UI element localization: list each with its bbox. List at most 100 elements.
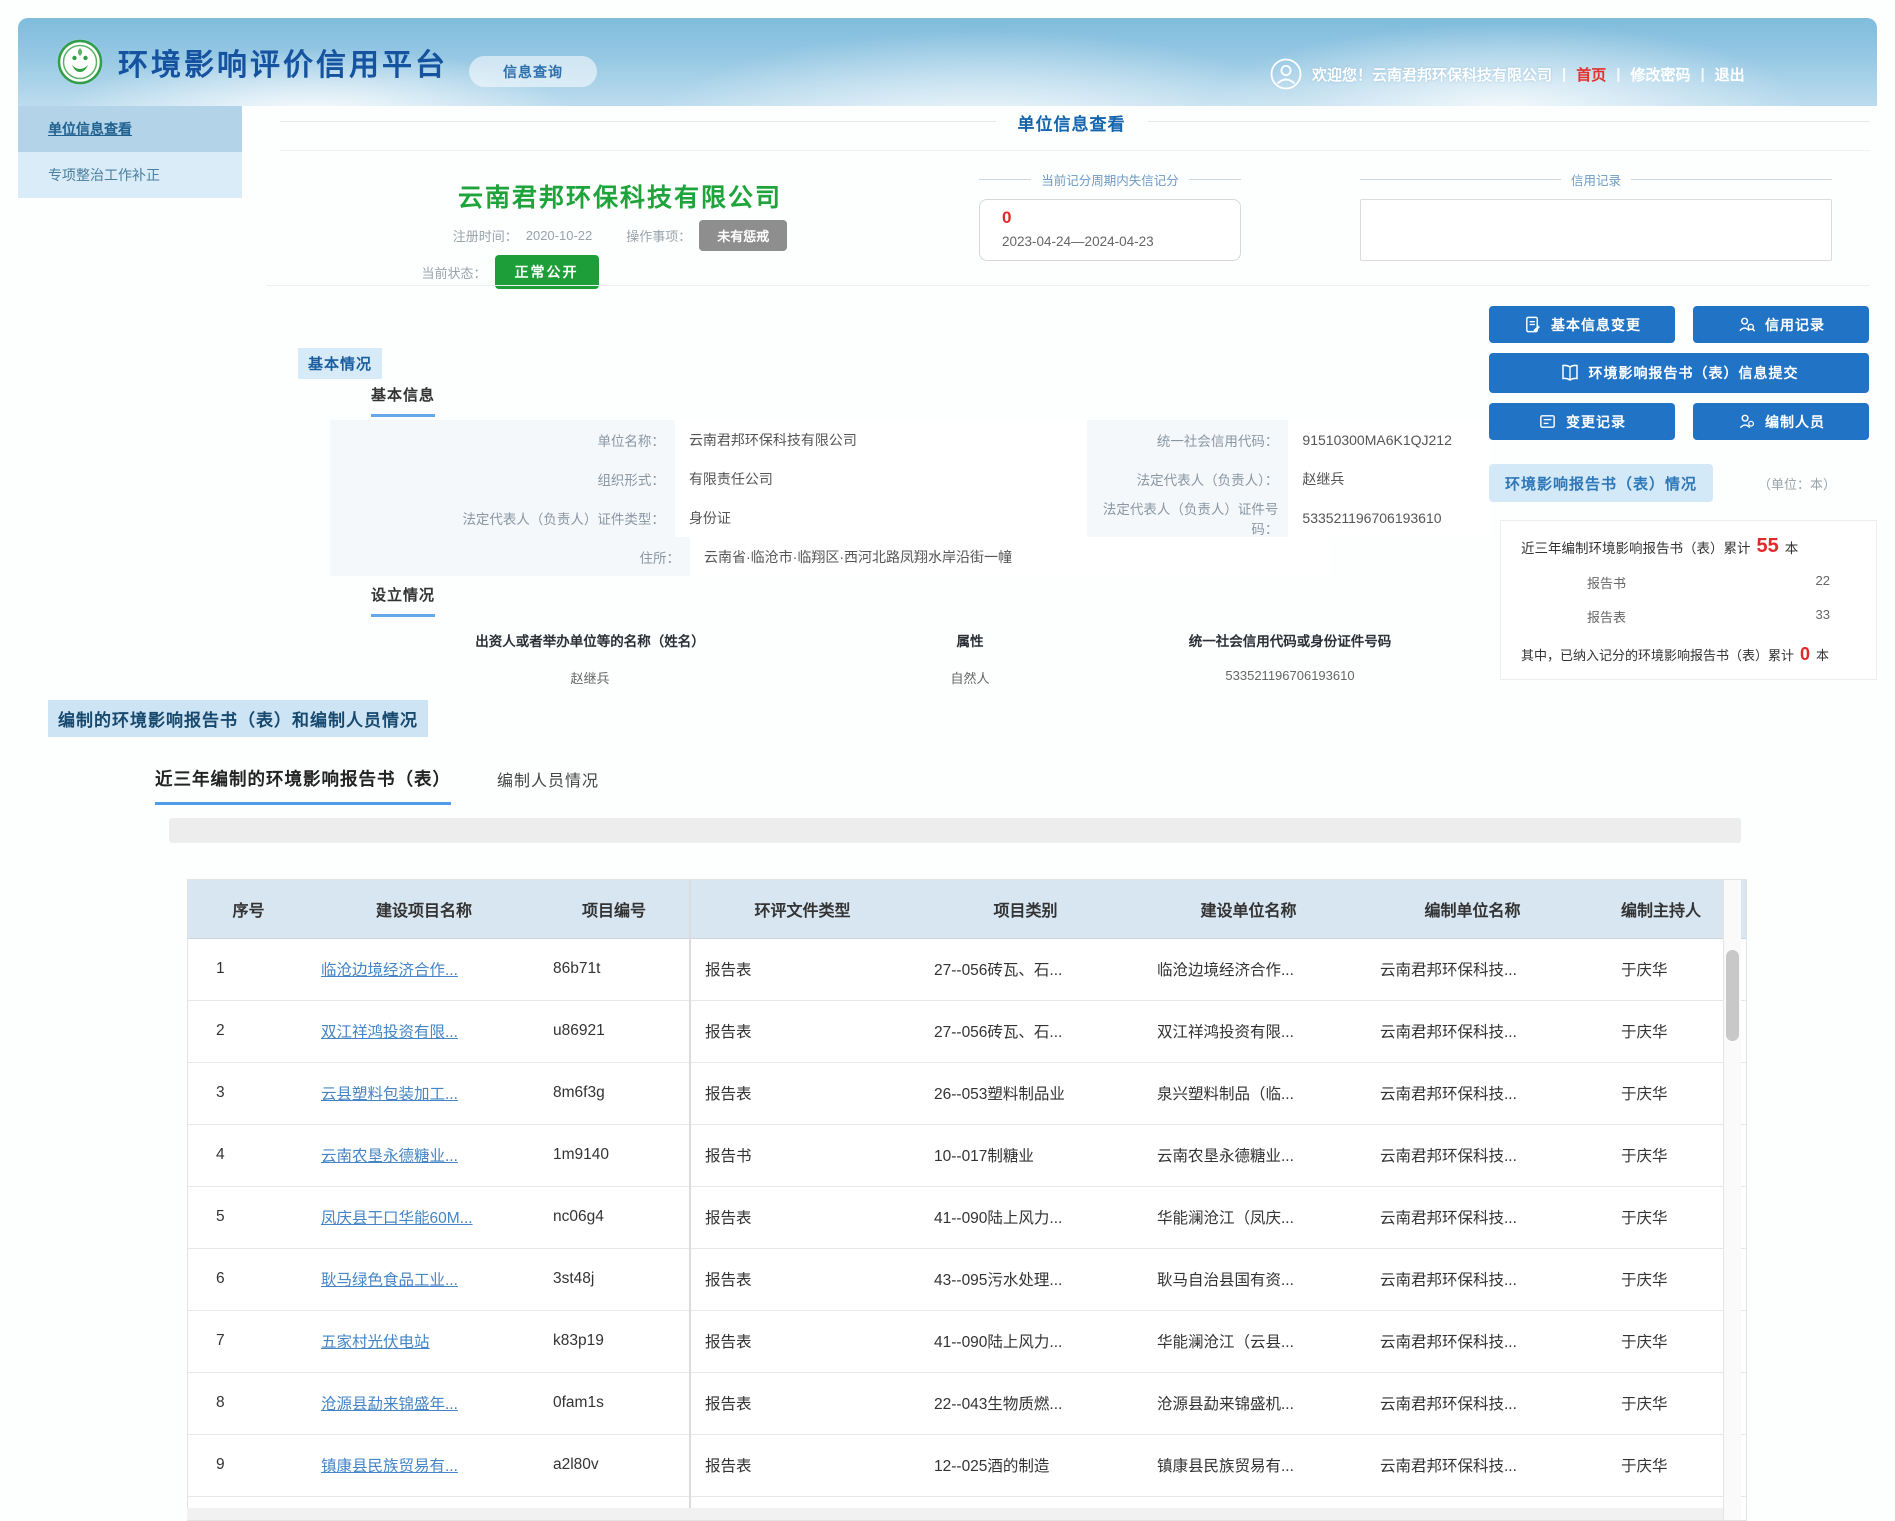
cell-category: 27--056砖瓦、石... (914, 938, 1137, 1000)
column-header-owner-unit: 建设单位名称 (1137, 880, 1360, 938)
cell-no: 1 (188, 938, 309, 1000)
report-submit-label: 环境影响报告书（表）信息提交 (1589, 363, 1799, 383)
sidebar-item-unit-info[interactable]: 单位信息查看 (18, 106, 242, 152)
cell-project-code: k83p19 (539, 1310, 690, 1372)
cell-owner-unit: 华能澜沧江（云县... (1137, 1310, 1360, 1372)
stats-total-prefix: 近三年编制环境影响报告书（表）累计 (1521, 537, 1751, 557)
basic-info-change-label: 基本信息变更 (1551, 315, 1641, 335)
table-row: 2双江祥鸿投资有限...u86921报告表27--056砖瓦、石...双江祥鸿投… (188, 1000, 1747, 1062)
setup-header-investor: 出资人或者举办单位等的名称（姓名） (330, 630, 850, 650)
project-name-link[interactable]: 耿马绿色食品工业... (321, 1272, 458, 1289)
cell-project-name: 云南农垦永德糖业... (309, 1124, 539, 1186)
column-header-project-name: 建设项目名称 (309, 880, 539, 938)
field-value-address: 云南省·临沧市·临翔区·西河北路凤翔水岸沿街一幢 (690, 537, 1330, 576)
cell-doc-type: 报告表 (690, 1000, 914, 1062)
stats-form-value: 33 (1816, 607, 1830, 626)
stats-total-suffix: 本 (1785, 537, 1799, 557)
report-submit-button[interactable]: 环境影响报告书（表）信息提交 (1489, 353, 1869, 393)
cell-project-code: nc06g4 (539, 1186, 690, 1248)
project-name-link[interactable]: 五家村光伏电站 (321, 1334, 430, 1351)
setup-value-attribute: 自然人 (850, 668, 1090, 687)
column-header-project-code: 项目编号 (539, 880, 690, 938)
register-time-value: 2020-10-22 (526, 228, 593, 243)
tab-setup-info[interactable]: 设立情况 (371, 584, 435, 617)
cell-owner-unit: 镇康县民族贸易有... (1137, 1434, 1360, 1496)
person-icon (1737, 412, 1756, 431)
staff-button[interactable]: 编制人员 (1693, 403, 1869, 440)
nav-link-change-password[interactable]: 修改密码 (1630, 64, 1690, 85)
nav-separator: | (1616, 66, 1620, 83)
tab-staff-info[interactable]: 编制人员情况 (497, 767, 599, 805)
project-name-link[interactable]: 双江祥鸿投资有限... (321, 1024, 458, 1041)
cell-category: 12--025酒的制造 (914, 1434, 1137, 1496)
table-row: 3云县塑料包装加工...8m6f3g报告表26--053塑料制品业泉兴塑料制品（… (188, 1062, 1747, 1124)
project-name-link[interactable]: 凤庆县干口华能60M... (321, 1210, 473, 1227)
cell-project-name: 临沧边境经济合作... (309, 938, 539, 1000)
reports-section-title: 编制的环境影响报告书（表）和编制人员情况 (48, 700, 428, 737)
table-horizontal-scrollbar[interactable] (187, 1508, 1723, 1520)
nav-link-home[interactable]: 首页 (1576, 64, 1606, 85)
stats-note-value: 0 (1800, 644, 1810, 665)
project-name-link[interactable]: 镇康县民族贸易有... (321, 1458, 458, 1475)
column-header-category: 项目类别 (914, 880, 1137, 938)
cell-project-name: 镇康县民族贸易有... (309, 1434, 539, 1496)
credit-record-button[interactable]: 信用记录 (1693, 306, 1869, 343)
project-name-link[interactable]: 临沧边境经济合作... (321, 962, 458, 979)
score-period: 2023-04-24—2024-04-23 (1002, 234, 1230, 249)
change-record-button[interactable]: 变更记录 (1489, 403, 1675, 440)
report-stats-banner: 环境影响报告书（表）情况 (1489, 464, 1713, 502)
register-time-label: 注册时间： (453, 226, 518, 245)
person-search-icon (1737, 315, 1756, 334)
table-header-row: 序号建设项目名称项目编号环评文件类型项目类别建设单位名称编制单位名称编制主持人 (188, 880, 1747, 938)
company-name: 云南君邦环保科技有限公司 (300, 178, 940, 214)
cell-category: 41--090陆上风力... (914, 1310, 1137, 1372)
cell-doc-type: 报告表 (690, 1248, 914, 1310)
stats-form-line: 报告表 33 (1521, 607, 1856, 626)
sidebar: 单位信息查看 专项整治工作补正 (18, 106, 242, 198)
cell-owner-unit: 华能澜沧江（凤庆... (1137, 1186, 1360, 1248)
cell-doc-type: 报告表 (690, 1062, 914, 1124)
status-badge: 正常公开 (495, 255, 599, 289)
book-icon (1560, 363, 1580, 383)
table-row: 6耿马绿色食品工业...3st48j报告表43--095污水处理...耿马自治县… (188, 1248, 1747, 1310)
tab-basic-info[interactable]: 基本信息 (371, 384, 435, 417)
score-value: 0 (1002, 208, 1230, 228)
setup-value-investor: 赵继兵 (330, 668, 850, 687)
project-name-link[interactable]: 云南农垦永德糖业... (321, 1148, 458, 1165)
credit-record-label: 信用记录 (1765, 315, 1825, 335)
table-vertical-scrollbar-thumb[interactable] (1726, 950, 1739, 1041)
score-box: 0 2023-04-24—2024-04-23 (979, 199, 1241, 261)
app-root: 环境影响评价信用平台 信息查询 欢迎您！云南君邦环保科技有限公司 | 首页 | … (0, 0, 1895, 1521)
cell-no: 6 (188, 1248, 309, 1310)
field-label-id-type: 法定代表人（负责人）证件类型： (330, 498, 675, 537)
page-title: 单位信息查看 (996, 115, 1148, 134)
project-name-link[interactable]: 沧源县勐来锦盛年... (321, 1396, 458, 1413)
field-label-uscc: 统一社会信用代码： (1087, 420, 1288, 459)
reports-table: 序号建设项目名称项目编号环评文件类型项目类别建设单位名称编制单位名称编制主持人 … (188, 880, 1747, 1521)
stats-note-prefix: 其中，已纳入记分的环境影响报告书（表）累计 (1521, 645, 1794, 664)
cell-compile-unit: 云南君邦环保科技... (1360, 1310, 1585, 1372)
cell-no: 4 (188, 1124, 309, 1186)
cell-doc-type: 报告书 (690, 1124, 914, 1186)
basic-info-change-button[interactable]: 基本信息变更 (1489, 306, 1675, 343)
top-header: 环境影响评价信用平台 信息查询 欢迎您！云南君邦环保科技有限公司 | 首页 | … (18, 18, 1877, 106)
cell-project-code: 3st48j (539, 1248, 690, 1310)
sidebar-item-special-rectification[interactable]: 专项整治工作补正 (18, 152, 242, 198)
table-row: 9镇康县民族贸易有...a2l80v报告表12--025酒的制造镇康县民族贸易有… (188, 1434, 1747, 1496)
brand: 环境影响评价信用平台 (56, 38, 448, 86)
staff-label: 编制人员 (1765, 412, 1825, 432)
cell-project-name: 双江祥鸿投资有限... (309, 1000, 539, 1062)
cell-compile-unit: 云南君邦环保科技... (1360, 1186, 1585, 1248)
project-name-link[interactable]: 云县塑料包装加工... (321, 1086, 458, 1103)
field-value-id-type: 身份证 (675, 498, 1087, 537)
table-vertical-scrollbar[interactable] (1723, 880, 1741, 1520)
field-label-org-form: 组织形式： (330, 459, 675, 498)
stats-book-line: 报告书 22 (1521, 573, 1856, 592)
nav-link-logout[interactable]: 退出 (1715, 64, 1745, 85)
cell-compile-unit: 云南君邦环保科技... (1360, 1000, 1585, 1062)
field-value-legal-person: 赵继兵 (1288, 459, 1490, 498)
column-header-compile-unit: 编制单位名称 (1360, 880, 1585, 938)
report-stats-unit: （单位：本） (1758, 474, 1836, 493)
tab-recent-reports[interactable]: 近三年编制的环境影响报告书（表） (155, 766, 451, 805)
info-query-button[interactable]: 信息查询 (469, 56, 597, 87)
